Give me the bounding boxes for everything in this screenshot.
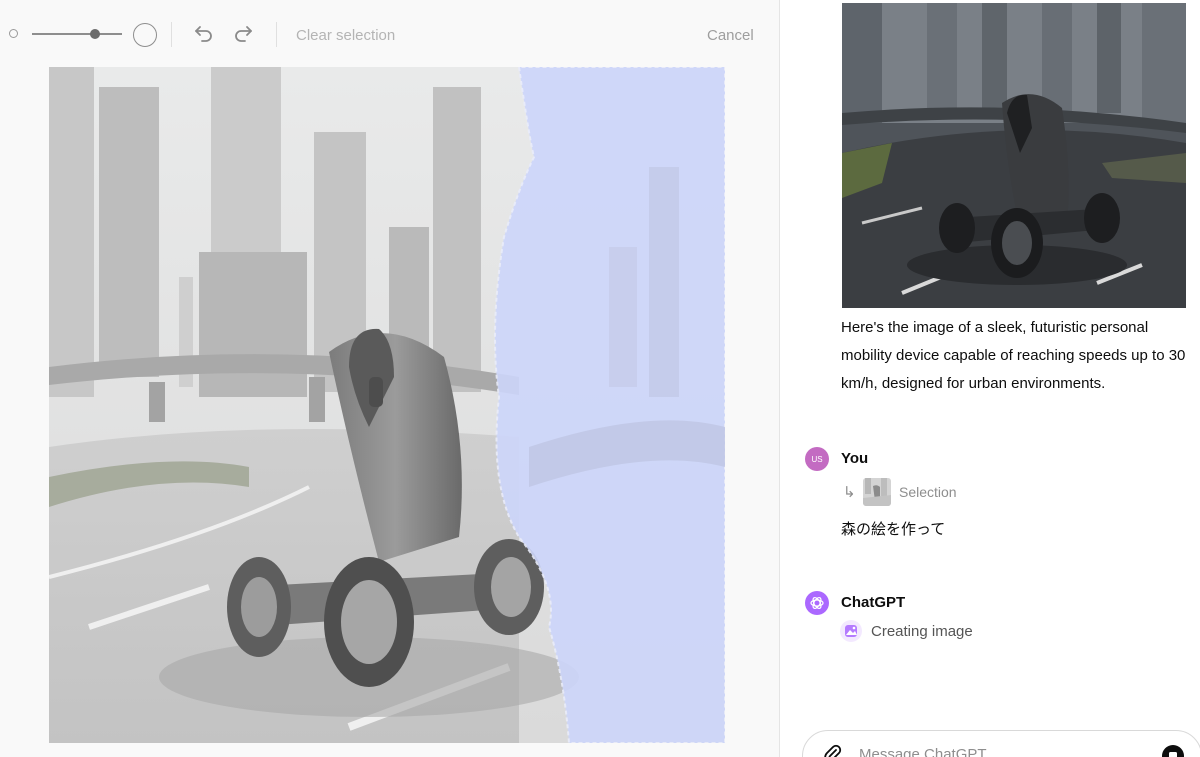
user-name: You xyxy=(841,450,869,467)
message-input[interactable] xyxy=(857,745,1121,757)
selection-reference[interactable]: ↳ Selection xyxy=(843,478,957,506)
clear-selection-button[interactable]: Clear selection xyxy=(296,27,395,44)
small-brush-icon[interactable] xyxy=(9,29,18,38)
user-message-text: 森の絵を作って xyxy=(841,521,946,538)
generated-image[interactable] xyxy=(842,3,1186,308)
chatgpt-avatar xyxy=(805,591,829,615)
chat-pane: Here's the image of a sleek, futuristic … xyxy=(781,0,1200,757)
reply-arrow-icon: ↳ xyxy=(843,484,856,501)
assistant-reply-text: Here's the image of a sleek, futuristic … xyxy=(841,319,1186,392)
user-avatar: US xyxy=(805,447,829,471)
slider-track[interactable] xyxy=(32,33,122,35)
paperclip-icon[interactable] xyxy=(823,744,843,757)
toolbar-divider xyxy=(276,22,277,47)
mobility-device-image[interactable] xyxy=(49,67,725,743)
cancel-button[interactable]: Cancel xyxy=(707,27,754,44)
undo-icon[interactable] xyxy=(192,22,216,46)
toolbar-divider xyxy=(171,22,172,47)
large-brush-icon[interactable] xyxy=(133,23,157,47)
openai-logo-icon xyxy=(810,596,824,610)
stop-icon xyxy=(1169,752,1177,757)
user-avatar-initials: US xyxy=(811,454,823,464)
creating-image-text: Creating image xyxy=(871,622,973,640)
editable-image-canvas[interactable] xyxy=(49,67,725,743)
image-icon xyxy=(840,620,862,642)
editor-toolbar: Clear selection Cancel xyxy=(0,0,780,68)
selection-label: Selection xyxy=(899,484,957,500)
image-editor-pane: Clear selection Cancel xyxy=(0,0,780,757)
chatgpt-name: ChatGPT xyxy=(841,594,906,611)
slider-thumb[interactable] xyxy=(90,29,100,39)
stop-generating-button[interactable] xyxy=(1162,745,1184,757)
redo-icon[interactable] xyxy=(231,22,255,46)
message-composer xyxy=(802,730,1200,757)
selection-thumbnail[interactable] xyxy=(863,478,891,506)
creating-image-status: Creating image xyxy=(840,620,973,642)
